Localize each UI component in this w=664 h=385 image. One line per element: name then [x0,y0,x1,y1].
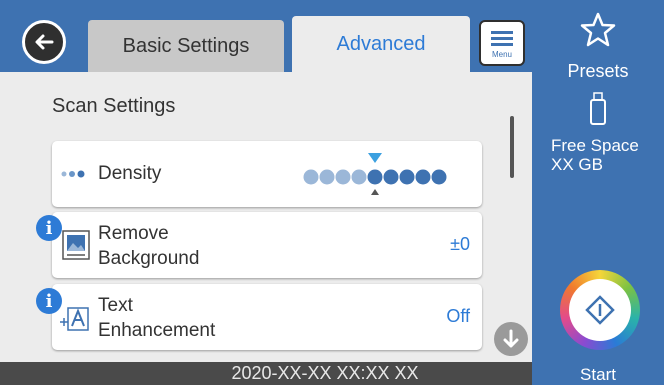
back-button[interactable] [22,20,66,64]
scrollbar[interactable] [510,116,514,178]
start-button-inner [569,279,631,341]
presets-button[interactable]: Presets [532,12,664,84]
text-enhancement-row[interactable]: Text Enhancement Off [52,284,482,350]
menu-icon [491,28,513,49]
section-title: Scan Settings [52,95,176,117]
datetime: 2020-XX-XX XX:XX XX [231,363,419,383]
start-button[interactable] [560,270,640,350]
top-bar: Basic Settings Advanced Menu [0,0,532,72]
main-panel: Basic Settings Advanced Menu Scan Settin… [0,0,532,385]
density-slider[interactable] [296,151,468,199]
free-space-indicator: Free Space XX GB [532,86,664,186]
usb-memory-icon [590,92,606,125]
density-dot [367,169,383,185]
text-enhance-icon [60,307,89,331]
presets-label: Presets [567,61,629,81]
info-icon[interactable]: i [36,288,62,314]
density-dot [351,169,367,185]
remove-background-label-line2: Background [98,248,200,269]
density-dot [319,169,335,185]
remove-background-value: ±0 [450,234,470,254]
density-row[interactable]: Density [52,141,482,207]
remove-background-row[interactable]: Remove Background ±0 [52,212,482,278]
menu-button[interactable]: Menu [479,20,525,66]
free-space-line2: XX GB [551,155,603,174]
free-space-line1: Free Space [551,136,639,155]
start-label: Start [580,365,616,384]
status-bar: 2020-XX-XX XX:XX XX [0,362,532,385]
side-panel: Presets Free Space XX GB Start [532,0,664,385]
density-label: Density [98,163,162,184]
density-dot [335,169,351,185]
density-dot [415,169,431,185]
text-enhancement-label-line1: Text [98,295,133,316]
arrow-down-icon [503,329,519,348]
density-dot [383,169,399,185]
density-dot [399,169,415,185]
density-icon [61,170,85,178]
info-icon[interactable]: i [36,215,62,241]
tab-advanced[interactable]: Advanced [292,16,470,72]
density-dot [303,169,319,185]
text-enhancement-value: Off [446,306,470,326]
scroll-down-button[interactable] [494,322,528,356]
tab-basic-settings[interactable]: Basic Settings [88,20,284,72]
free-space-label: Free Space XX GB [551,136,639,174]
scanner-screen: Basic Settings Advanced Menu Scan Settin… [0,0,664,385]
remove-background-label-line1: Remove [98,223,169,244]
star-icon [580,12,616,47]
image-icon [62,230,90,260]
start-diamond-icon [585,295,615,325]
arrow-left-icon [35,34,54,50]
menu-label: Menu [491,49,512,59]
text-enhancement-label-line2: Enhancement [98,320,216,341]
density-dot [431,169,447,185]
